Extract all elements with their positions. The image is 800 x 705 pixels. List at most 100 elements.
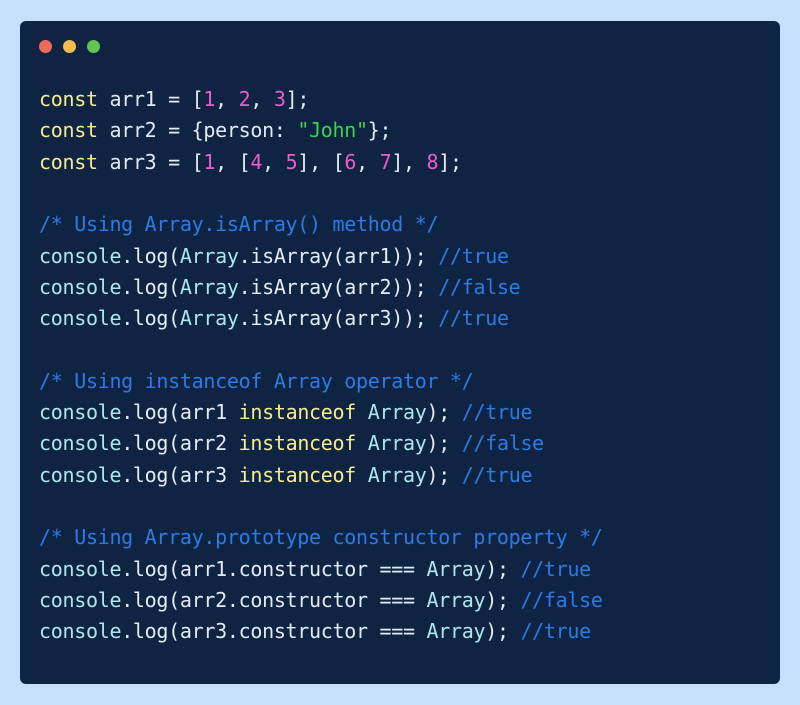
code-line: console.log(arr2.constructor === Array);… bbox=[39, 587, 603, 613]
code-token-text: , bbox=[215, 87, 239, 111]
code-line: const arr1 = [1, 2, 3]; bbox=[39, 86, 309, 112]
code-line: console.log(Array.isArray(arr1)); //true bbox=[39, 243, 509, 269]
code-token-comment: //true bbox=[438, 243, 509, 268]
code-line: const arr3 = [1, [4, 5], [6, 7], 8]; bbox=[39, 149, 462, 175]
code-token-text: ); bbox=[426, 462, 462, 487]
code-token-text: .isArray(arr2)); bbox=[238, 274, 439, 299]
code-token-text: , bbox=[262, 149, 286, 174]
code-token-number: 7 bbox=[379, 149, 392, 174]
code-token-keyword: instanceof bbox=[238, 431, 357, 456]
code-line: /* Using Array.isArray() method */ bbox=[39, 211, 439, 237]
code-token-text: , [ bbox=[215, 149, 251, 174]
code-token-keyword: instanceof bbox=[238, 400, 357, 424]
code-token-text: .log(arr3 bbox=[121, 462, 239, 487]
code-line: /* Using instanceof Array operator */ bbox=[39, 368, 474, 394]
code-token-number: 8 bbox=[426, 149, 439, 174]
code-token-identifier: console bbox=[39, 556, 122, 581]
code-token-text: ]; bbox=[438, 149, 462, 174]
code-token-text: .isArray(arr1)); bbox=[238, 243, 439, 268]
code-token-text: ); bbox=[485, 587, 521, 612]
code-token-comment: //false bbox=[520, 587, 603, 612]
code-token-text: .log( bbox=[121, 306, 180, 331]
code-token-text: .log(arr1 bbox=[121, 400, 239, 424]
code-token-identifier: console bbox=[39, 462, 122, 487]
code-token-text: .isArray(arr3)); bbox=[238, 306, 439, 331]
code-token-keyword: instanceof bbox=[238, 462, 357, 487]
code-token-text: === bbox=[379, 556, 416, 581]
code-token-identifier: console bbox=[39, 400, 122, 424]
code-token-text: .log(arr3.constructor bbox=[121, 619, 380, 644]
code-token-identifier: Array bbox=[179, 243, 239, 268]
code-token-text: arr3 = [ bbox=[97, 149, 204, 174]
code-token-text: ]; bbox=[285, 87, 310, 111]
code-token-text: ); bbox=[426, 400, 462, 424]
code-token-comment: //false bbox=[438, 274, 521, 299]
code-token-number: 3 bbox=[273, 87, 286, 111]
code-token-text: .log( bbox=[121, 274, 180, 299]
code-token-identifier: Array bbox=[179, 274, 239, 299]
code-token-comment: //true bbox=[461, 462, 533, 487]
code-block: const arr1 = [1, 2, 3]; const arr2 = {per… bbox=[39, 86, 759, 666]
code-token-identifier: Array bbox=[367, 462, 427, 487]
code-token-identifier: console bbox=[39, 587, 122, 612]
code-line: console.log(arr3.constructor === Array);… bbox=[39, 618, 591, 644]
code-token-text: }; bbox=[367, 118, 392, 143]
code-token-text: arr2 = {person: bbox=[97, 118, 298, 143]
close-dot[interactable] bbox=[39, 40, 52, 53]
code-line: console.log(Array.isArray(arr2)); //fals… bbox=[39, 274, 521, 300]
code-line: console.log(Array.isArray(arr3)); //true bbox=[39, 305, 509, 331]
code-token-string: "John" bbox=[297, 118, 368, 143]
code-token-comment: //false bbox=[461, 431, 544, 456]
code-token-identifier: console bbox=[39, 431, 122, 456]
code-token-comment: //true bbox=[461, 400, 533, 424]
code-token-text: ); bbox=[485, 556, 521, 581]
code-token-comment: //true bbox=[520, 556, 591, 581]
code-token-number: 1 bbox=[203, 87, 216, 111]
code-token-text: .log(arr2 bbox=[121, 431, 239, 456]
code-token-text: === bbox=[379, 619, 416, 644]
code-window: const arr1 = [1, 2, 3]; const arr2 = {per… bbox=[20, 21, 780, 684]
code-token-identifier: Array bbox=[367, 431, 427, 456]
code-token-text: , bbox=[356, 149, 380, 174]
code-token-identifier: console bbox=[39, 306, 122, 331]
code-token-identifier: console bbox=[39, 274, 122, 299]
code-token-comment: /* Using instanceof Array operator */ bbox=[39, 368, 474, 393]
code-token-number: 1 bbox=[203, 149, 216, 174]
code-token-identifier: Array bbox=[426, 619, 486, 644]
code-token-keyword: const bbox=[39, 149, 98, 174]
code-token-text: .log(arr1.constructor bbox=[121, 556, 380, 581]
code-token-text: .log(arr2.constructor bbox=[121, 587, 380, 612]
code-line: console.log(arr2 instanceof Array); //fa… bbox=[39, 430, 544, 456]
code-token-text: , bbox=[250, 87, 274, 111]
code-line: const arr2 = {person: "John"}; bbox=[39, 117, 392, 143]
code-line: console.log(arr1.constructor === Array);… bbox=[39, 556, 591, 582]
code-token-text: ); bbox=[485, 619, 521, 644]
code-token-comment: /* Using Array.isArray() method */ bbox=[39, 212, 439, 237]
code-token-identifier: console bbox=[39, 243, 122, 268]
code-line: console.log(arr1 instanceof Array); //tr… bbox=[39, 399, 532, 425]
code-token-number: 6 bbox=[344, 149, 357, 174]
code-token-comment: /* Using Array.prototype constructor pro… bbox=[39, 525, 603, 550]
code-token-text: === bbox=[379, 587, 416, 612]
minimize-dot[interactable] bbox=[63, 40, 76, 53]
code-token-identifier: Array bbox=[179, 306, 239, 331]
code-token-identifier: Array bbox=[426, 587, 486, 612]
code-token-comment: //true bbox=[520, 619, 591, 644]
code-token-number: 5 bbox=[285, 149, 298, 174]
code-token-text: .log( bbox=[121, 243, 180, 268]
maximize-dot[interactable] bbox=[87, 40, 100, 53]
code-token-text: ], [ bbox=[297, 149, 345, 174]
code-token-number: 4 bbox=[250, 149, 263, 174]
code-line: /* Using Array.prototype constructor pro… bbox=[39, 524, 603, 550]
code-token-number: 2 bbox=[238, 87, 251, 111]
code-token-text: ], bbox=[391, 149, 427, 174]
